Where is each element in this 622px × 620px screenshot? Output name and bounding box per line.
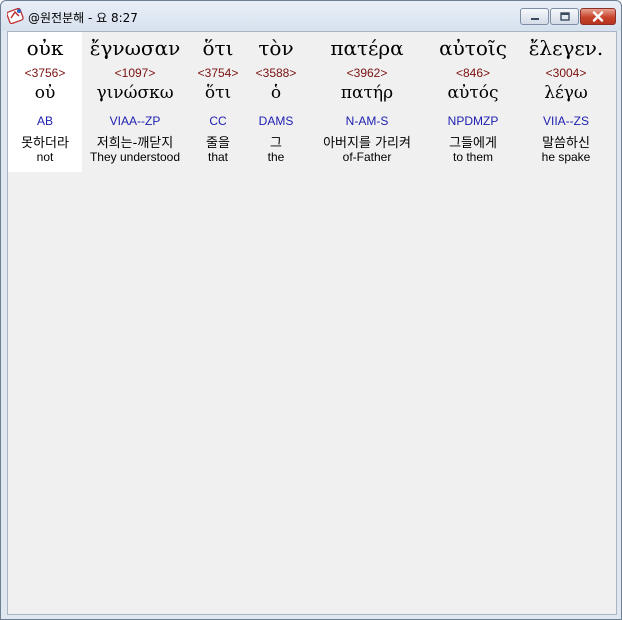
strong-number: <846> xyxy=(455,66,491,80)
word-column-6[interactable]: αὐτοῖς <846> αὐτός NPDMZP 그들에게 to them xyxy=(428,32,518,172)
minimize-icon xyxy=(530,17,539,20)
app-window: @원전분해 - 요 8:27 οὐκ <3756> οὐ AB 못하더라 not… xyxy=(0,0,622,620)
window-title: @원전분해 - 요 8:27 xyxy=(28,11,138,25)
strong-number: <3962> xyxy=(346,66,388,80)
english-gloss: he spake xyxy=(541,150,591,164)
greek-word: ὅτι xyxy=(202,36,234,60)
morph-code: AB xyxy=(36,114,53,128)
english-gloss: of-Father xyxy=(342,150,392,164)
strong-number: <3004> xyxy=(545,66,587,80)
word-column-5[interactable]: πατέρα <3962> πατήρ N-AM-S 아버지를 가리켜 of-F… xyxy=(308,32,426,172)
lemma: οὐ xyxy=(34,83,56,103)
english-gloss: the xyxy=(267,150,285,164)
strong-number: <3588> xyxy=(255,66,297,80)
lemma: αὐτός xyxy=(447,83,499,103)
word-column-4[interactable]: τὸν <3588> ὁ DAMS 그 the xyxy=(246,32,306,172)
korean-gloss: 말씀하신 xyxy=(542,136,590,151)
korean-gloss: 아버지를 가리켜 xyxy=(323,136,411,151)
close-icon xyxy=(592,11,604,22)
strong-number: <3754> xyxy=(197,66,239,80)
korean-gloss: 저희는-깨닫지 xyxy=(96,136,174,151)
lemma: γινώσκω xyxy=(96,83,174,103)
lemma: πατήρ xyxy=(340,83,394,103)
korean-gloss: 그들에게 xyxy=(449,136,497,151)
morph-code: VIIA--ZS xyxy=(542,114,589,128)
strong-number: <3756> xyxy=(24,66,66,80)
english-gloss: They understood xyxy=(89,150,181,164)
greek-word: ἔγνωσαν xyxy=(89,36,181,60)
word-column-2[interactable]: ἔγνωσαν <1097> γινώσκω VIAA--ZP 저희는-깨닫지 … xyxy=(82,32,188,172)
lemma: ὅτι xyxy=(204,83,232,103)
greek-word: οὐκ xyxy=(26,36,64,60)
english-gloss: to them xyxy=(452,150,494,164)
maximize-button[interactable] xyxy=(550,8,579,25)
greek-word: τὸν xyxy=(258,36,294,60)
english-gloss: that xyxy=(207,150,228,164)
lemma: λέγω xyxy=(544,83,588,103)
app-icon[interactable] xyxy=(7,7,24,24)
korean-gloss: 그 xyxy=(270,136,282,151)
english-gloss: not xyxy=(36,150,54,164)
maximize-icon xyxy=(559,11,570,21)
korean-gloss: 못하더라 xyxy=(21,136,69,151)
title-bar[interactable]: @원전분해 - 요 8:27 xyxy=(1,1,621,31)
morph-code: CC xyxy=(209,114,227,128)
word-column-7[interactable]: ἔλεγεν. <3004> λέγω VIIA--ZS 말씀하신 he spa… xyxy=(518,32,614,172)
word-column-3[interactable]: ὅτι <3754> ὅτι CC 줄을 that xyxy=(190,32,246,172)
close-button[interactable] xyxy=(580,8,616,25)
greek-word: πατέρα xyxy=(330,36,404,60)
analysis-pane: οὐκ <3756> οὐ AB 못하더라 not ἔγνωσαν <1097>… xyxy=(7,31,617,615)
greek-word: ἔλεγεν. xyxy=(528,36,604,60)
strong-number: <1097> xyxy=(114,66,156,80)
morph-code: VIAA--ZP xyxy=(109,114,161,128)
korean-gloss: 줄을 xyxy=(206,136,230,151)
greek-word: αὐτοῖς xyxy=(439,36,507,60)
lemma: ὁ xyxy=(270,83,282,103)
morph-code: NPDMZP xyxy=(447,114,499,128)
morph-code: DAMS xyxy=(258,114,294,128)
word-column-1[interactable]: οὐκ <3756> οὐ AB 못하더라 not xyxy=(8,32,82,172)
minimize-button[interactable] xyxy=(520,8,549,25)
morph-code: N-AM-S xyxy=(345,114,389,128)
